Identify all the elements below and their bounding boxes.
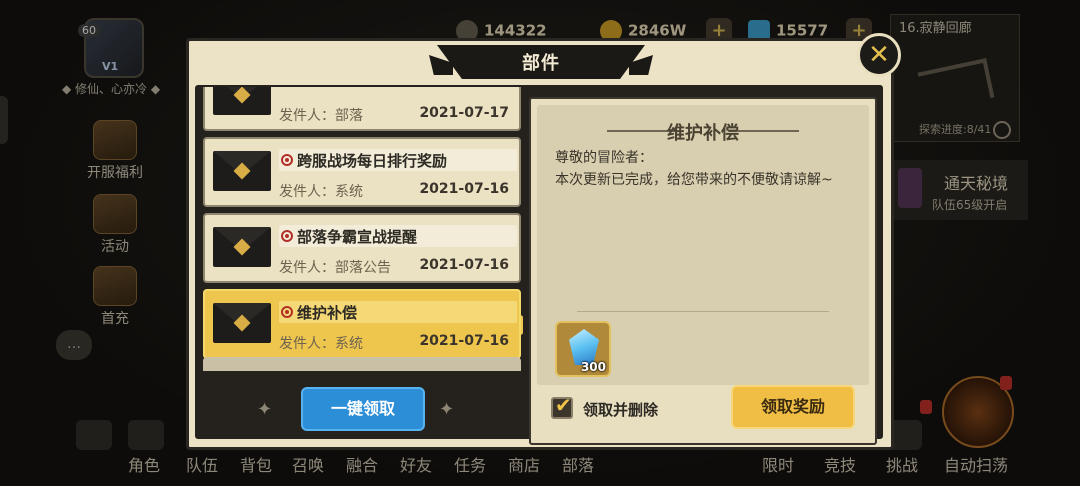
mail-date: 2021-07-16 (419, 333, 509, 349)
claim-and-delete-label: 领取并删除 (583, 401, 659, 419)
envelope-icon (213, 303, 271, 343)
mail-date: 2021-07-16 (419, 257, 509, 273)
mail-greeting: 尊敬的冒险者： (555, 150, 653, 166)
next-mail-peek (203, 357, 521, 371)
close-icon: ✕ (868, 40, 890, 70)
unread-dot-icon (281, 154, 293, 166)
mail-sender: 发件人：系统 (279, 184, 363, 200)
checkmark-icon: ✔ (555, 393, 572, 417)
collect-all-button[interactable]: 一键领取 (301, 387, 425, 431)
mail-date: 2021-07-16 (419, 181, 509, 197)
mail-date: 2021-07-17 (419, 105, 509, 121)
ornament-right-icon: ✦ (439, 399, 455, 420)
mail-item-selected[interactable]: 维护补偿 发件人：系统 2021-07-16 (203, 289, 523, 359)
unread-dot-icon (281, 230, 293, 242)
mail-sender: 发件人：部落公告 (279, 260, 391, 276)
divider (577, 311, 829, 312)
mail-item[interactable]: 发件人：部落 2021-07-17 (203, 87, 521, 131)
claim-and-delete-checkbox[interactable]: ✔ (551, 393, 573, 419)
close-button[interactable]: ✕ (857, 33, 901, 77)
mail-detail-body: 维护补偿 尊敬的冒险者： 本次更新已完成，给您带来的不便敬请谅解~ 300 (537, 105, 869, 385)
envelope-icon (213, 87, 271, 115)
mail-dialog: 部件 ✕ 发件人：部落 2021-07-17 跨服战场每日排行奖励 发件人：系统… (186, 33, 901, 450)
mail-title: 维护补偿 (297, 304, 358, 322)
mail-list[interactable]: 发件人：部落 2021-07-17 跨服战场每日排行奖励 发件人：系统 2021… (201, 87, 523, 377)
mail-body-text: 本次更新已完成，给您带来的不便敬请谅解~ (555, 172, 833, 188)
mail-title: 跨服战场每日排行奖励 (297, 152, 448, 170)
claim-reward-button[interactable]: 领取奖励 (731, 385, 855, 429)
mail-item[interactable]: 部落争霸宣战提醒 发件人：部落公告 2021-07-16 (203, 213, 521, 283)
mail-detail-title: 维护补偿 (667, 123, 739, 144)
envelope-icon (213, 151, 271, 191)
mail-sender: 发件人：部落 (279, 108, 363, 124)
mail-detail-panel: 维护补偿 尊敬的冒险者： 本次更新已完成，给您带来的不便敬请谅解~ 300 ✔ … (529, 97, 877, 445)
dialog-title: 部件 (522, 53, 560, 74)
ornament-left-icon: ✦ (257, 399, 273, 420)
unread-dot-icon (281, 306, 293, 318)
mail-sender: 发件人：系统 (279, 336, 363, 352)
mail-item[interactable]: 跨服战场每日排行奖励 发件人：系统 2021-07-16 (203, 137, 521, 207)
envelope-icon (213, 227, 271, 267)
reward-item[interactable]: 300 (555, 321, 611, 377)
reward-quantity: 300 (580, 360, 606, 374)
mail-title: 部落争霸宣战提醒 (297, 228, 418, 246)
